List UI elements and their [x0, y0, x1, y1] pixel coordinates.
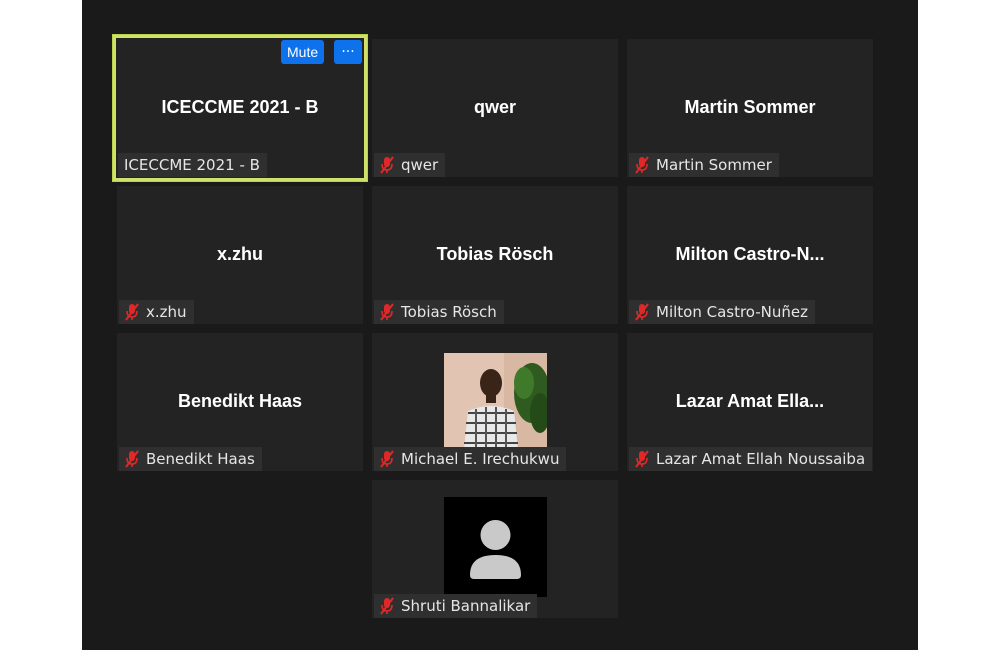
muted-mic-icon [380, 597, 394, 615]
participant-tile[interactable]: Benedikt Haas Benedikt Haas [117, 333, 363, 471]
participant-display-name: qwer [473, 97, 516, 117]
participant-name-tag: ICECCME 2021 - B [118, 153, 267, 177]
participant-display-name: Tobias Rösch [436, 244, 554, 264]
participant-display-name: x.zhu [216, 244, 263, 264]
muted-mic-icon [635, 303, 649, 321]
participant-display-name: ICECCME 2021 - B [161, 97, 319, 117]
participant-name-tag: Tobias Rösch [374, 300, 504, 324]
user-silhouette-icon [470, 520, 521, 579]
muted-mic-icon [635, 156, 649, 174]
participant-name-tag: Lazar Amat Ellah Noussaiba [629, 447, 873, 471]
gallery-view: ICECCME 2021 - B Mute ··· ICECCME 2021 -… [82, 0, 918, 650]
participant-display-name: Martin Sommer [684, 97, 816, 117]
participant-name-tag: qwer [374, 153, 446, 177]
participant-name-tag: Shruti Bannalikar [374, 594, 538, 618]
participant-name: x.zhu [146, 303, 187, 321]
participant-name-tag: Benedikt Haas [119, 447, 262, 471]
participant-tile[interactable]: Shruti Bannalikar [372, 480, 618, 618]
participant-name: qwer [401, 156, 439, 174]
participant-name: Michael E. Irechukwu [401, 450, 560, 468]
participant-video-thumbnail [444, 353, 547, 449]
muted-mic-icon [380, 156, 394, 174]
participant-tile-video[interactable]: Michael E. Irechukwu [372, 333, 618, 471]
participant-display-name: Milton Castro-N... [675, 244, 825, 264]
default-avatar [444, 497, 547, 597]
participant-name: ICECCME 2021 - B [124, 156, 260, 174]
participant-display-name: Benedikt Haas [177, 391, 303, 411]
mute-button[interactable]: Mute [281, 40, 325, 64]
participant-name-tag: Michael E. Irechukwu [374, 447, 567, 471]
participant-name: Martin Sommer [656, 156, 772, 174]
participant-name-tag: Milton Castro-Nuñez [629, 300, 816, 324]
participant-tile[interactable]: Tobias Rösch Tobias Rösch [372, 186, 618, 324]
participant-tile-active[interactable]: ICECCME 2021 - B Mute ··· ICECCME 2021 -… [112, 34, 368, 182]
participant-name: Benedikt Haas [146, 450, 255, 468]
participant-tile[interactable]: Lazar Amat Ella... Lazar Amat Ellah Nous… [627, 333, 873, 471]
participant-tile[interactable]: qwer qwer [372, 39, 618, 177]
participant-name: Tobias Rösch [401, 303, 497, 321]
muted-mic-icon [635, 450, 649, 468]
participant-name: Milton Castro-Nuñez [656, 303, 809, 321]
participant-tile[interactable]: x.zhu x.zhu [117, 186, 363, 324]
muted-mic-icon [125, 303, 139, 321]
muted-mic-icon [380, 303, 394, 321]
muted-mic-icon [125, 450, 139, 468]
more-options-button[interactable]: ··· [334, 40, 362, 64]
participant-tile[interactable]: Martin Sommer Martin Sommer [627, 39, 873, 177]
participant-name: Lazar Amat Ellah Noussaiba [656, 450, 866, 468]
participant-name-tag: Martin Sommer [629, 153, 779, 177]
participant-name: Shruti Bannalikar [401, 597, 531, 615]
participant-tile[interactable]: Milton Castro-N... Milton Castro-Nuñez [627, 186, 873, 324]
participant-name-tag: x.zhu [119, 300, 194, 324]
muted-mic-icon [380, 450, 394, 468]
participant-display-name: Lazar Amat Ella... [675, 391, 825, 411]
